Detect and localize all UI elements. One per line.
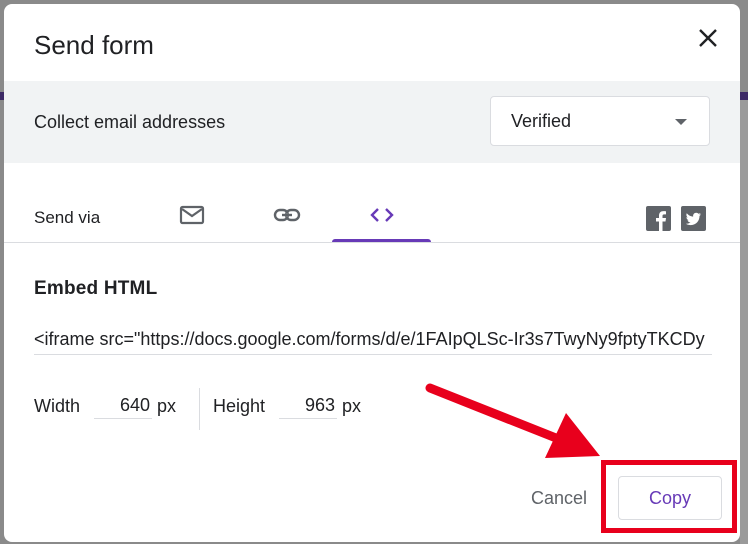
close-icon — [699, 29, 717, 47]
embed-html-heading: Embed HTML — [34, 278, 158, 299]
facebook-icon — [646, 206, 671, 231]
facebook-share-button[interactable] — [646, 206, 671, 231]
twitter-icon — [681, 206, 706, 231]
chevron-down-icon — [675, 119, 687, 125]
dimension-separator — [199, 388, 200, 430]
twitter-share-button[interactable] — [681, 206, 706, 231]
cancel-button[interactable]: Cancel — [518, 480, 600, 516]
tabs-divider — [4, 242, 740, 243]
width-label: Width — [34, 396, 81, 416]
select-value: Verified — [511, 111, 572, 131]
width-input[interactable] — [94, 392, 152, 419]
tab-link[interactable] — [242, 198, 332, 242]
height-unit: px — [342, 396, 362, 416]
height-input[interactable] — [279, 392, 337, 419]
tab-embed[interactable] — [332, 198, 431, 242]
collect-email-row: Collect email addresses Verified — [4, 81, 740, 163]
embed-code-icon — [369, 208, 394, 222]
width-unit: px — [157, 396, 177, 416]
dialog-title: Send form — [34, 30, 154, 60]
embed-code-field[interactable] — [34, 324, 712, 355]
send-via-label: Send via — [34, 208, 101, 227]
close-button[interactable] — [692, 22, 724, 54]
link-icon — [273, 208, 301, 222]
tab-email[interactable] — [142, 198, 242, 242]
background-page — [740, 100, 748, 544]
email-collection-select[interactable]: Verified — [490, 96, 710, 146]
copy-highlight-box — [601, 460, 737, 533]
collect-email-label: Collect email addresses — [34, 112, 226, 132]
email-icon — [179, 205, 205, 225]
height-label: Height — [213, 396, 266, 416]
